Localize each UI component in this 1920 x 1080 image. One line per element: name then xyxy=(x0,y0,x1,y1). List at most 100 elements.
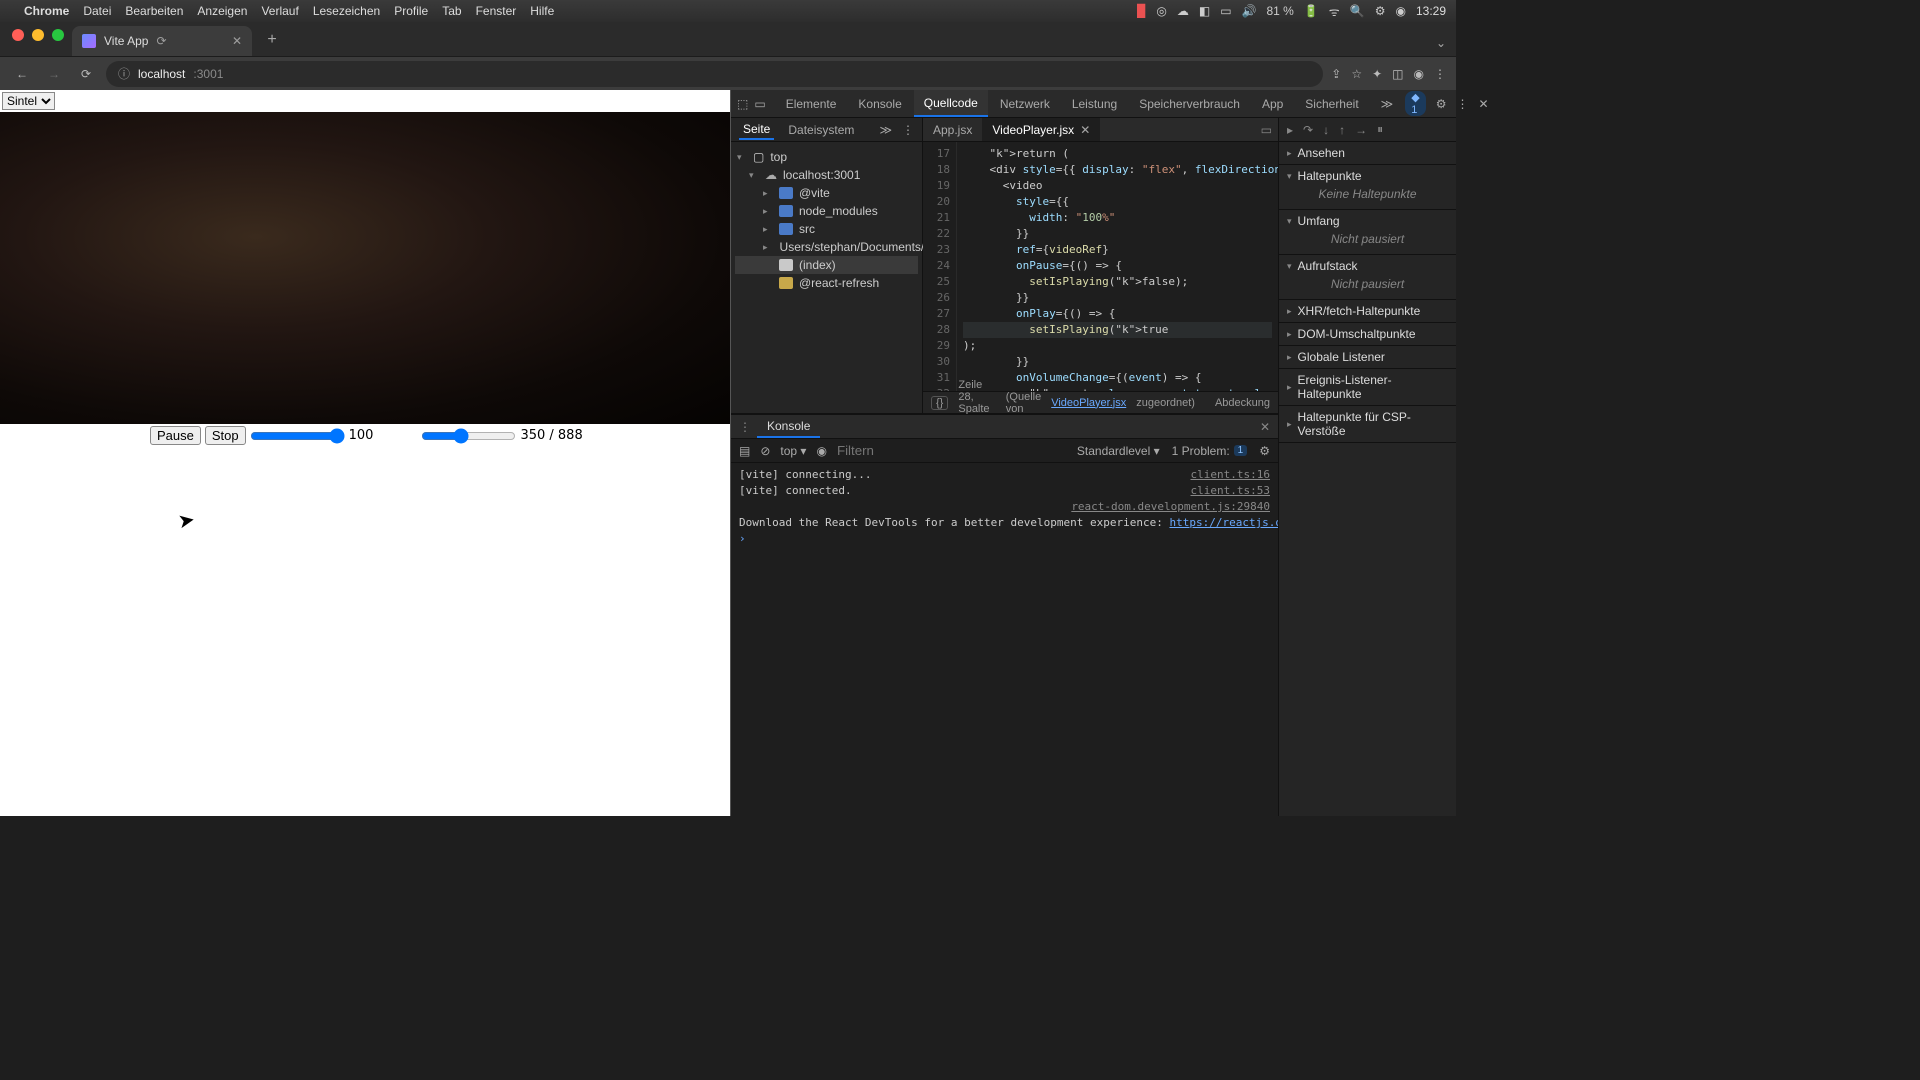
menu-anzeigen[interactable]: Anzeigen xyxy=(197,4,247,18)
status-recording-icon[interactable]: ▉ xyxy=(1137,4,1146,18)
menu-profile[interactable]: Profile xyxy=(394,4,428,18)
window-zoom-icon[interactable] xyxy=(52,29,64,41)
address-bar[interactable]: ⓘ localhost:3001 xyxy=(106,61,1323,87)
section-scope[interactable]: ▾Umfang xyxy=(1287,214,1448,228)
volume-slider[interactable] xyxy=(250,428,345,444)
tree-src[interactable]: ▸src xyxy=(735,220,918,238)
console-output[interactable]: [vite] connecting...client.ts:16[vite] c… xyxy=(731,463,1278,816)
console-clear-icon[interactable]: ⊘ xyxy=(760,444,770,458)
status-docker-icon[interactable]: ◧ xyxy=(1199,4,1210,18)
video-source-select[interactable]: Sintel xyxy=(2,92,55,110)
position-slider[interactable] xyxy=(421,428,516,444)
tab-sicherheit[interactable]: Sicherheit xyxy=(1295,90,1368,117)
issues-indicator[interactable]: ◆ 1 xyxy=(1405,91,1425,116)
coverage-label[interactable]: Abdeckung xyxy=(1215,397,1270,409)
console-eye-icon[interactable]: ◉ xyxy=(816,444,826,458)
tree-host[interactable]: ▾☁localhost:3001 xyxy=(735,166,918,184)
editor-toolbar-icon[interactable]: ▭ xyxy=(1255,123,1278,137)
tab-app[interactable]: App xyxy=(1252,90,1293,117)
device-toolbar-icon[interactable]: ▭ xyxy=(754,97,765,111)
status-volume-icon[interactable]: 🔊 xyxy=(1242,4,1257,18)
menu-fenster[interactable]: Fenster xyxy=(476,4,517,18)
section-csp[interactable]: ▸Haltepunkte für CSP-Verstöße xyxy=(1287,410,1448,438)
tab-speicher[interactable]: Speicherverbrauch xyxy=(1129,90,1250,117)
side-panel-icon[interactable]: ◫ xyxy=(1392,67,1403,81)
tree-react-refresh[interactable]: @react-refresh xyxy=(735,274,918,292)
debugger-step-out-icon[interactable]: ↑ xyxy=(1339,123,1345,137)
editor-tab-videoplayer[interactable]: VideoPlayer.jsx✕ xyxy=(982,118,1100,141)
console-level-select[interactable]: Standardlevel ▾ xyxy=(1077,444,1160,458)
devtools-settings-icon[interactable]: ⚙ xyxy=(1436,97,1447,111)
navigator-overflow-icon[interactable]: ≫ xyxy=(879,123,892,137)
section-xhr[interactable]: ▸XHR/fetch-Haltepunkte xyxy=(1287,304,1448,318)
window-close-icon[interactable] xyxy=(12,29,24,41)
bookmark-icon[interactable]: ☆ xyxy=(1351,67,1362,81)
menu-datei[interactable]: Datei xyxy=(83,4,111,18)
section-dom[interactable]: ▸DOM-Umschaltpunkte xyxy=(1287,327,1448,341)
debugger-step-over-icon[interactable]: ↷ xyxy=(1303,123,1313,137)
status-cloud-icon[interactable]: ☁ xyxy=(1177,4,1189,18)
nav-forward-button[interactable]: → xyxy=(42,62,66,86)
site-info-icon[interactable]: ⓘ xyxy=(118,65,130,82)
tab-konsole[interactable]: Konsole xyxy=(848,90,911,117)
status-battery-icon[interactable]: 🔋 xyxy=(1304,4,1319,18)
console-problems[interactable]: 1 Problem: 1 xyxy=(1172,444,1248,458)
tab-elemente[interactable]: Elemente xyxy=(776,90,847,117)
drawer-close-icon[interactable]: ✕ xyxy=(1260,420,1270,434)
section-event[interactable]: ▸Ereignis-Listener-Haltepunkte xyxy=(1287,373,1448,401)
tab-netzwerk[interactable]: Netzwerk xyxy=(990,90,1060,117)
navigator-more-icon[interactable]: ⋮ xyxy=(902,123,914,137)
inspect-element-icon[interactable]: ⬚ xyxy=(737,97,748,111)
editor-tab-app[interactable]: App.jsx xyxy=(923,118,982,141)
tab-close-icon[interactable]: ✕ xyxy=(232,34,242,48)
console-context[interactable]: top ▾ xyxy=(780,444,806,458)
tree-node-modules[interactable]: ▸node_modules xyxy=(735,202,918,220)
navigator-tab-dateisystem[interactable]: Dateisystem xyxy=(784,121,858,139)
menubar-app-name[interactable]: Chrome xyxy=(24,4,69,18)
section-global[interactable]: ▸Globale Listener xyxy=(1287,350,1448,364)
navigator-tab-seite[interactable]: Seite xyxy=(739,120,774,140)
status-search-icon[interactable]: 🔍 xyxy=(1350,4,1365,18)
status-wifi-icon[interactable]: ᯤ xyxy=(1329,3,1340,20)
tree-top[interactable]: ▾▢top xyxy=(735,148,918,166)
nav-back-button[interactable]: ← xyxy=(10,62,34,86)
editor-tab-close-icon[interactable]: ✕ xyxy=(1080,123,1090,137)
drawer-handle-icon[interactable]: ⋮ xyxy=(739,420,751,434)
editor-code[interactable]: "k">return ( <div style={{ display: "fle… xyxy=(957,142,1278,391)
tab-quellcode[interactable]: Quellcode xyxy=(914,90,988,117)
debugger-step-icon[interactable]: → xyxy=(1355,123,1367,137)
status-siri-icon[interactable]: ◉ xyxy=(1395,4,1405,18)
menu-hilfe[interactable]: Hilfe xyxy=(530,4,554,18)
tab-leistung[interactable]: Leistung xyxy=(1062,90,1127,117)
video-player[interactable] xyxy=(0,112,730,424)
profile-icon[interactable]: ◉ xyxy=(1414,67,1424,81)
devtools-dock-icon[interactable]: ⋮ xyxy=(1456,97,1468,111)
drawer-tab-konsole[interactable]: Konsole xyxy=(757,415,820,438)
editor-gutter[interactable]: 17 18 19 20 21 22 23 24 25 26 27 28 29 3… xyxy=(923,142,957,391)
new-tab-button[interactable]: + xyxy=(258,26,286,54)
window-minimize-icon[interactable] xyxy=(32,29,44,41)
sourcemap-link[interactable]: VideoPlayer.jsx xyxy=(1051,397,1126,409)
console-settings-icon[interactable]: ⚙ xyxy=(1259,444,1270,458)
status-battery-text[interactable]: 81 % xyxy=(1266,4,1293,18)
debugger-deactivate-icon[interactable]: ⏸ xyxy=(1377,122,1383,137)
status-control-center-icon[interactable]: ⚙ xyxy=(1375,4,1386,18)
status-display-icon[interactable]: ▭ xyxy=(1220,4,1231,18)
section-callstack[interactable]: ▾Aufrufstack xyxy=(1287,259,1448,273)
tree-vite[interactable]: ▸@vite xyxy=(735,184,918,202)
menu-bearbeiten[interactable]: Bearbeiten xyxy=(125,4,183,18)
extensions-icon[interactable]: ✦ xyxy=(1372,67,1382,81)
pause-button[interactable]: Pause xyxy=(150,426,201,445)
section-breakpoints[interactable]: ▾Haltepunkte xyxy=(1287,169,1448,183)
debugger-resume-icon[interactable]: ▸ xyxy=(1287,123,1293,137)
status-app-icon[interactable]: ◎ xyxy=(1156,4,1166,18)
devtools-close-icon[interactable]: ✕ xyxy=(1478,97,1488,111)
console-sidebar-toggle-icon[interactable]: ▤ xyxy=(739,444,750,458)
debugger-step-into-icon[interactable]: ↓ xyxy=(1323,123,1329,137)
tab-overflow[interactable]: ≫ xyxy=(1371,90,1404,117)
tree-users-path[interactable]: ▸Users/stephan/Documents/dev xyxy=(735,238,918,256)
console-filter-input[interactable] xyxy=(837,443,1067,458)
menu-lesezeichen[interactable]: Lesezeichen xyxy=(313,4,380,18)
nav-reload-button[interactable]: ⟳ xyxy=(74,62,98,86)
stop-button[interactable]: Stop xyxy=(205,426,246,445)
